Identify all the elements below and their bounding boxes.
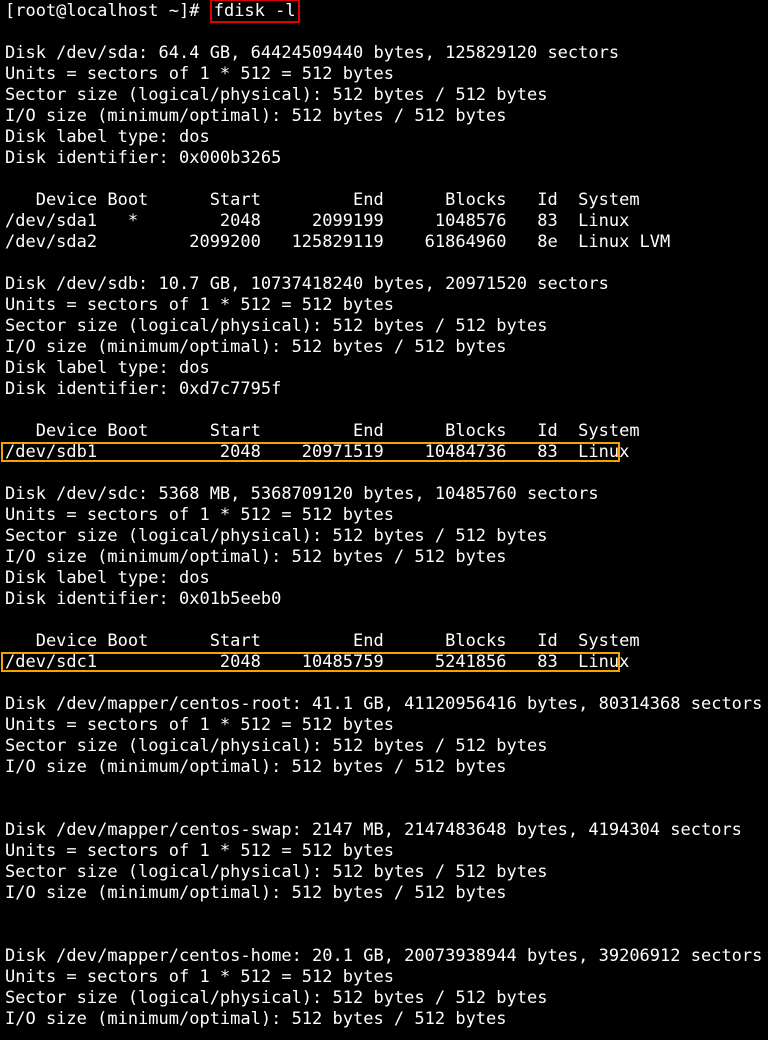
sda-label-type: Disk label type: dos [5,127,210,147]
centos-swap-units: Units = sectors of 1 * 512 = 512 bytes [5,841,394,861]
sdc-units: Units = sectors of 1 * 512 = 512 bytes [5,505,394,525]
centos-swap-sector-size: Sector size (logical/physical): 512 byte… [5,862,548,882]
sdb-io-size: I/O size (minimum/optimal): 512 bytes / … [5,337,507,357]
shell-prompt: [root@localhost ~]# [5,1,200,21]
sdc-io-size: I/O size (minimum/optimal): 512 bytes / … [5,547,507,567]
partition-row-sda2: /dev/sda2 2099200 125829119 61864960 8e … [5,232,671,252]
command-highlight: fdisk -l [209,0,300,23]
sda-identifier: Disk identifier: 0x000b3265 [5,148,282,168]
centos-home-sector-size: Sector size (logical/physical): 512 byte… [5,988,548,1008]
sdc-header: Disk /dev/sdc: 5368 MB, 5368709120 bytes… [5,484,599,504]
sdb-sector-size: Sector size (logical/physical): 512 byte… [5,316,548,336]
centos-swap-io-size: I/O size (minimum/optimal): 512 bytes / … [5,883,507,903]
centos-home-units: Units = sectors of 1 * 512 = 512 bytes [5,967,394,987]
sdc-identifier: Disk identifier: 0x01b5eeb0 [5,589,282,609]
sdb-header: Disk /dev/sdb: 10.7 GB, 10737418240 byte… [5,274,609,294]
partition-row-sdb1: /dev/sdb1 2048 20971519 10484736 83 Linu… [5,442,630,462]
sdc-sector-size: Sector size (logical/physical): 512 byte… [5,526,548,546]
command-line: [root@localhost ~]# fdisk -l [5,0,300,23]
centos-root-io-size: I/O size (minimum/optimal): 512 bytes / … [5,757,507,777]
sdc-label-type: Disk label type: dos [5,568,210,588]
sda-units: Units = sectors of 1 * 512 = 512 bytes [5,64,394,84]
partition-row-sda1: /dev/sda1 * 2048 2099199 1048576 83 Linu… [5,211,630,231]
sda-sector-size: Sector size (logical/physical): 512 byte… [5,85,548,105]
centos-home-io-size: I/O size (minimum/optimal): 512 bytes / … [5,1009,507,1029]
centos-swap-header: Disk /dev/mapper/centos-swap: 2147 MB, 2… [5,820,742,840]
sda-header: Disk /dev/sda: 64.4 GB, 64424509440 byte… [5,43,620,63]
sdc-table-header: Device Boot Start End Blocks Id System [5,631,640,651]
sda-io-size: I/O size (minimum/optimal): 512 bytes / … [5,106,507,126]
centos-root-units: Units = sectors of 1 * 512 = 512 bytes [5,715,394,735]
sdb-units: Units = sectors of 1 * 512 = 512 bytes [5,295,394,315]
sdb-label-type: Disk label type: dos [5,358,210,378]
sdb-table-header: Device Boot Start End Blocks Id System [5,421,640,441]
partition-row-sdc1: /dev/sdc1 2048 10485759 5241856 83 Linux [5,652,630,672]
terminal-window[interactable]: [root@localhost ~]# fdisk -l Disk /dev/s… [0,0,768,1040]
centos-root-sector-size: Sector size (logical/physical): 512 byte… [5,736,548,756]
centos-root-header: Disk /dev/mapper/centos-root: 41.1 GB, 4… [5,694,763,714]
sdb-identifier: Disk identifier: 0xd7c7795f [5,379,282,399]
centos-home-header: Disk /dev/mapper/centos-home: 20.1 GB, 2… [5,946,763,966]
sda-table-header: Device Boot Start End Blocks Id System [5,190,640,210]
